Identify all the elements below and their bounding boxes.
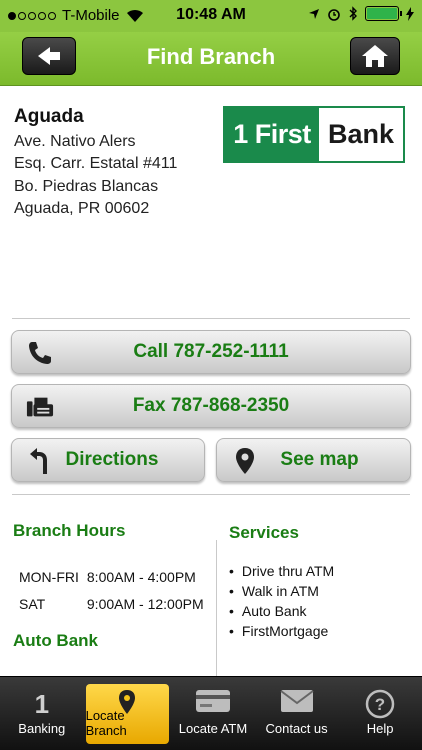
help-icon: ? [365, 689, 395, 722]
credit-card-icon [195, 689, 231, 716]
section-divider [216, 540, 217, 676]
tab-locate-atm[interactable]: Locate ATM [171, 677, 255, 750]
location-pin-icon [118, 689, 136, 718]
first-bank-one-icon: 1 [34, 689, 50, 719]
hours-row: SAT 9:00AM - 12:00PM [19, 592, 210, 617]
tab-locate-branch[interactable]: Locate Branch [85, 684, 170, 744]
hours-days: SAT [19, 596, 46, 612]
tab-label: Locate ATM [178, 721, 248, 736]
hours-days: MON-FRI [19, 569, 79, 585]
call-label: Call 787-252-1111 [133, 341, 289, 362]
branch-address: Aguada Ave. Nativo Alers Esq. Carr. Esta… [14, 106, 177, 221]
home-icon [362, 45, 388, 67]
turn-arrow-icon [26, 447, 54, 475]
hours-row: MON-FRI 8:00AM - 4:00PM [19, 565, 210, 590]
service-item: Auto Bank [229, 601, 334, 621]
tab-bar: 1 Banking Locate Branch Locate ATM Conta… [0, 676, 422, 750]
tab-contact-us[interactable]: Contact us [255, 677, 339, 750]
fax-label: Fax 787-868-2350 [132, 395, 290, 416]
hours-time: 9:00AM - 12:00PM [86, 596, 204, 612]
directions-button[interactable]: Directions [11, 438, 205, 482]
tab-help[interactable]: ? Help [338, 677, 422, 750]
envelope-icon [279, 689, 314, 716]
navigation-bar: Find Branch [0, 32, 422, 86]
svg-text:?: ? [375, 695, 385, 714]
branch-name: Aguada [14, 106, 84, 127]
logo-word: Bank [327, 119, 395, 149]
alarm-icon [328, 8, 340, 21]
service-item: FirstMortgage [229, 621, 334, 641]
phone-icon [26, 339, 54, 367]
call-button[interactable]: Call 787-252-1111 [11, 330, 411, 374]
service-item: Walk in ATM [229, 581, 334, 601]
divider [12, 318, 410, 319]
service-item: Drive thru ATM [229, 561, 334, 581]
fax-button[interactable]: Fax 787-868-2350 [11, 384, 411, 428]
tab-banking[interactable]: 1 Banking [0, 677, 84, 750]
services-title: Services [229, 523, 299, 542]
battery-icon [365, 6, 402, 21]
address-line: Aguada, PR 00602 [14, 200, 150, 217]
address-line: Esq. Carr. Estatal #411 [14, 155, 178, 172]
bluetooth-icon [349, 6, 357, 21]
address-line: Bo. Piedras Blancas [14, 177, 159, 195]
status-bar: T-Mobile 10:48 AM [0, 0, 422, 32]
charging-icon [406, 6, 414, 21]
address-line: Ave. Nativo Alers [14, 132, 136, 150]
hours-time: 8:00AM - 4:00PM [86, 569, 196, 585]
branch-hours-title: Branch Hours [13, 521, 126, 540]
services-list: Drive thru ATM Walk in ATM Auto Bank Fir… [229, 561, 334, 641]
tab-label: Help [366, 721, 394, 736]
see-map-button[interactable]: See map [216, 438, 411, 482]
divider [12, 494, 410, 495]
map-pin-icon [231, 447, 259, 475]
hours-table: MON-FRI 8:00AM - 4:00PM SAT 9:00AM - 12:… [17, 563, 212, 619]
fax-icon [26, 393, 54, 421]
auto-bank-title: Auto Bank [13, 631, 98, 650]
tab-label: Contact us [265, 721, 328, 736]
home-button[interactable] [350, 37, 400, 75]
tab-label: Banking [18, 721, 66, 736]
location-arrow-icon [309, 8, 319, 19]
logo-mark: 1 First [225, 108, 319, 161]
first-bank-logo: 1 First Bank [223, 106, 405, 163]
